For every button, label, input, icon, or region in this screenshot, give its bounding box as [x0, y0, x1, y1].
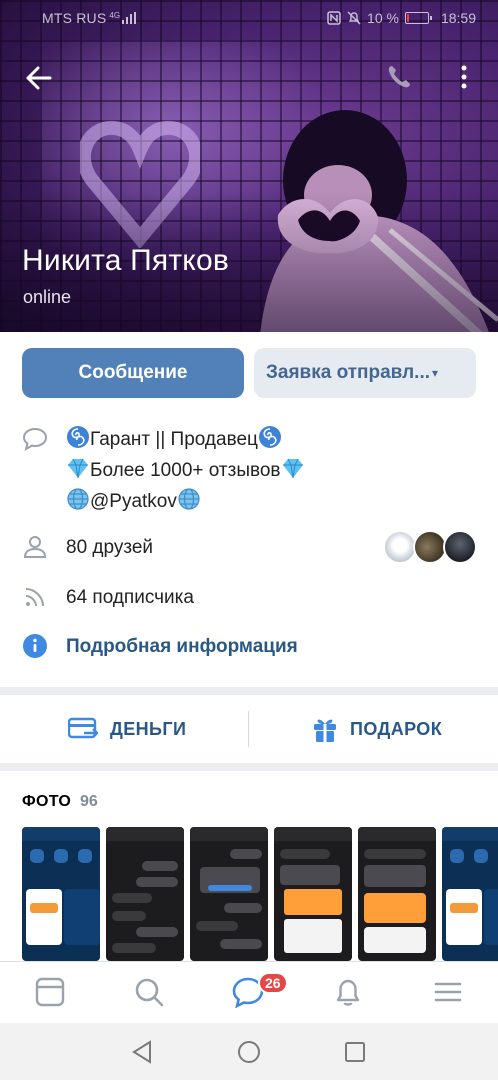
photo-thumbnail[interactable]	[190, 827, 268, 961]
profile-name: Никита Пятков	[22, 244, 229, 277]
chevron-down-icon: ▾	[432, 366, 439, 380]
avatar[interactable]	[383, 530, 417, 564]
card-arrow-icon	[68, 717, 98, 739]
profile-about: Гарант || Продавец Более 1000+ отзывов @…	[66, 424, 305, 517]
profile-cover: MTS RUS 4G 10 % 18:59 Никита Пятков onli…	[0, 0, 498, 332]
diamond-icon	[68, 458, 88, 479]
message-button[interactable]: Сообщение	[22, 348, 244, 398]
gift-icon	[314, 719, 336, 742]
diamond-icon	[282, 458, 303, 479]
about-line-3: @Pyatkov	[66, 486, 305, 517]
money-label: ДЕНЬГИ	[110, 718, 187, 739]
messages-badge: 26	[258, 972, 288, 994]
mute-icon	[347, 11, 361, 25]
phone-icon[interactable]	[384, 62, 414, 92]
info-icon	[23, 634, 47, 658]
cyclone-icon	[258, 426, 281, 448]
bell-icon[interactable]	[332, 976, 364, 1008]
more-vertical-icon[interactable]	[452, 62, 476, 92]
speech-bubble-icon	[22, 427, 48, 452]
profile-online-status: online	[23, 287, 72, 307]
about-line-2-text: Более 1000+ отзывов	[90, 460, 281, 481]
photos-card: ФОТО 96	[0, 771, 498, 961]
photo-thumbnail[interactable]	[358, 827, 436, 961]
carrier-label: MTS RUS	[42, 10, 107, 26]
cyclone-icon	[67, 426, 89, 448]
top-bar	[0, 50, 498, 106]
photo-thumbnail[interactable]	[442, 827, 498, 961]
friends-count[interactable]: 80 друзей	[66, 537, 153, 559]
battery-level	[406, 14, 409, 22]
nav-home-icon[interactable]	[236, 1039, 262, 1065]
message-button-label: Сообщение	[78, 362, 188, 383]
battery-percent: 10 %	[367, 10, 399, 26]
avatar[interactable]	[443, 530, 477, 564]
photos-title[interactable]: ФОТО	[22, 793, 71, 811]
about-line-1-text: Гарант || Продавец	[90, 429, 258, 450]
followers-count[interactable]: 64 подписчика	[66, 587, 194, 609]
actions-divider	[248, 711, 249, 747]
nfc-icon	[327, 11, 341, 25]
profile-info-card: Сообщение Заявка отправл... ▾ Гарант || …	[0, 332, 498, 687]
avatar[interactable]	[413, 530, 447, 564]
search-icon[interactable]	[133, 976, 165, 1008]
nav-recents-icon[interactable]	[342, 1039, 368, 1065]
about-line-1: Гарант || Продавец	[66, 424, 305, 455]
about-line-3-text: @Pyatkov	[90, 491, 177, 512]
details-link[interactable]: Подробная информация	[66, 636, 298, 658]
friend-request-label: Заявка отправл...	[266, 362, 431, 383]
friends-avatars[interactable]	[383, 530, 479, 566]
bottom-tab-bar: 26	[0, 961, 498, 1023]
photo-thumbnail[interactable]	[22, 827, 100, 961]
photos-count: 96	[80, 793, 98, 810]
photos-strip	[22, 827, 498, 961]
network-label: 4G	[109, 10, 121, 20]
photo-thumbnail[interactable]	[106, 827, 184, 961]
system-navigation-bar	[0, 1023, 498, 1080]
arrow-left-icon[interactable]	[20, 60, 56, 96]
menu-icon[interactable]	[432, 976, 464, 1008]
person-icon	[23, 536, 47, 558]
globe-icon	[178, 488, 200, 510]
actions-card: ДЕНЬГИ ПОДАРОК	[0, 695, 498, 763]
rss-icon	[25, 588, 44, 607]
photo-thumbnail[interactable]	[274, 827, 352, 961]
signal-icon	[122, 12, 137, 24]
friend-request-button[interactable]: Заявка отправл... ▾	[254, 348, 476, 398]
gift-button[interactable]: ПОДАРОК	[312, 695, 442, 763]
money-button[interactable]: ДЕНЬГИ	[68, 695, 186, 763]
newsfeed-icon[interactable]	[34, 976, 66, 1008]
battery-icon	[404, 12, 432, 24]
gift-label: ПОДАРОК	[350, 718, 443, 739]
globe-icon	[67, 488, 89, 510]
clock: 18:59	[440, 10, 476, 26]
status-bar: MTS RUS 4G 10 % 18:59	[0, 0, 498, 36]
about-line-2: Более 1000+ отзывов	[66, 455, 305, 486]
nav-back-icon[interactable]	[130, 1039, 156, 1065]
